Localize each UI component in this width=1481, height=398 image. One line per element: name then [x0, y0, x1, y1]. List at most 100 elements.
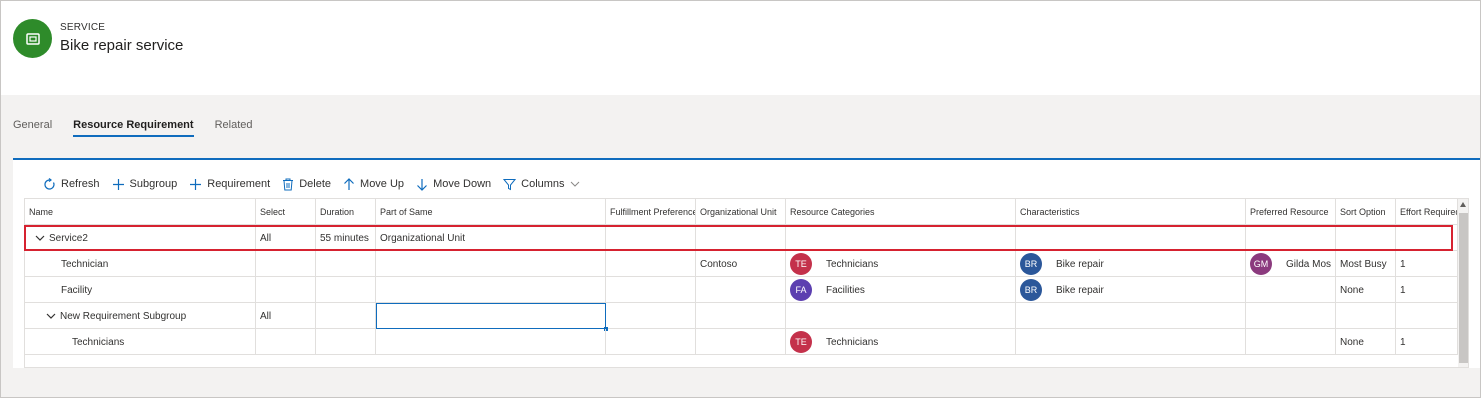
- tab-related[interactable]: Related: [215, 119, 253, 137]
- move-up-button[interactable]: Move Up: [343, 177, 405, 191]
- column-header-organizational-unit[interactable]: Organizational Unit: [696, 199, 786, 225]
- fulfillment-cell[interactable]: [606, 329, 696, 355]
- scroll-up-arrow-icon[interactable]: [1460, 202, 1466, 207]
- effort-cell[interactable]: 1: [1396, 251, 1458, 277]
- add-subgroup-button[interactable]: Subgroup: [112, 178, 177, 191]
- arrow-down-icon: [417, 178, 427, 191]
- move-down-button[interactable]: Move Down: [416, 178, 491, 191]
- characteristic-label: Bike repair: [1056, 284, 1104, 296]
- column-header-preferred-resource[interactable]: Preferred Resource: [1246, 199, 1336, 225]
- preferred-cell[interactable]: [1246, 277, 1336, 303]
- refresh-button[interactable]: Refresh: [43, 177, 100, 191]
- refresh-label: Refresh: [61, 178, 100, 190]
- duration-cell[interactable]: 55 minutes: [316, 225, 376, 251]
- part-of-same-cell[interactable]: [376, 303, 606, 329]
- characteristic-cell[interactable]: BR Bike repair: [1016, 277, 1246, 303]
- add-requirement-button[interactable]: Requirement: [189, 178, 270, 191]
- org-unit-cell[interactable]: [696, 225, 786, 251]
- plus-icon: [190, 178, 202, 190]
- part-of-same-cell[interactable]: [376, 251, 606, 277]
- sort-cell[interactable]: Most Busy: [1336, 251, 1396, 277]
- table-row[interactable]: Technicians TE Technicians None 1: [25, 329, 1458, 355]
- columns-button[interactable]: Columns: [503, 178, 584, 191]
- column-header-effort-required[interactable]: Effort Required: [1396, 199, 1458, 225]
- refresh-icon: [44, 177, 55, 190]
- org-unit-cell[interactable]: Contoso: [696, 251, 786, 277]
- duration-cell[interactable]: [316, 277, 376, 303]
- fulfillment-cell[interactable]: [606, 225, 696, 251]
- table-row[interactable]: Service2 All 55 minutes Organizational U…: [25, 225, 1458, 251]
- arrow-up-icon: [344, 177, 354, 190]
- characteristic-label: Bike repair: [1056, 258, 1104, 270]
- vertical-scrollbar[interactable]: [1458, 199, 1468, 367]
- effort-cell[interactable]: [1396, 303, 1458, 329]
- row-name: New Requirement Subgroup: [60, 310, 187, 322]
- fulfillment-cell[interactable]: [606, 277, 696, 303]
- name-cell[interactable]: Facility: [25, 277, 256, 303]
- effort-cell[interactable]: 1: [1396, 277, 1458, 303]
- select-cell[interactable]: [256, 329, 316, 355]
- org-unit-cell[interactable]: [696, 277, 786, 303]
- preferred-cell[interactable]: [1246, 225, 1336, 251]
- org-unit-cell[interactable]: [696, 303, 786, 329]
- name-cell[interactable]: Service2: [25, 225, 256, 251]
- column-header-part-of-same[interactable]: Part of Same: [376, 199, 606, 225]
- category-cell[interactable]: TE Technicians: [786, 329, 1016, 355]
- effort-cell[interactable]: 1: [1396, 329, 1458, 355]
- preferred-cell[interactable]: [1246, 303, 1336, 329]
- chevron-down-icon[interactable]: [35, 234, 45, 242]
- part-of-same-cell[interactable]: [376, 277, 606, 303]
- select-cell[interactable]: All: [256, 225, 316, 251]
- row-name: Technicians: [72, 336, 125, 348]
- column-header-duration[interactable]: Duration: [316, 199, 376, 225]
- duration-cell[interactable]: [316, 303, 376, 329]
- avatar: TE: [790, 253, 812, 275]
- characteristic-cell[interactable]: [1016, 225, 1246, 251]
- category-cell[interactable]: FA Facilities: [786, 277, 1016, 303]
- part-of-same-cell[interactable]: Organizational Unit: [376, 225, 606, 251]
- tab-general[interactable]: General: [13, 119, 52, 137]
- column-header-characteristics[interactable]: Characteristics: [1016, 199, 1246, 225]
- column-header-select[interactable]: Select: [256, 199, 316, 225]
- category-cell[interactable]: [786, 303, 1016, 329]
- select-cell[interactable]: [256, 251, 316, 277]
- sort-cell[interactable]: [1336, 303, 1396, 329]
- characteristic-cell[interactable]: [1016, 329, 1246, 355]
- name-cell[interactable]: New Requirement Subgroup: [25, 303, 256, 329]
- category-cell[interactable]: TE Technicians: [786, 251, 1016, 277]
- sort-cell[interactable]: None: [1336, 329, 1396, 355]
- fulfillment-cell[interactable]: [606, 251, 696, 277]
- column-header-fulfillment-preference[interactable]: Fulfillment Preference: [606, 199, 696, 225]
- name-cell[interactable]: Technicians: [25, 329, 256, 355]
- category-cell[interactable]: [786, 225, 1016, 251]
- sort-cell[interactable]: None: [1336, 277, 1396, 303]
- column-header-name[interactable]: Name: [25, 199, 256, 225]
- select-cell[interactable]: All: [256, 303, 316, 329]
- characteristic-cell[interactable]: [1016, 303, 1246, 329]
- column-header-resource-categories[interactable]: Resource Categories: [786, 199, 1016, 225]
- part-of-same-cell[interactable]: [376, 329, 606, 355]
- name-cell[interactable]: Technician: [25, 251, 256, 277]
- delete-button[interactable]: Delete: [282, 178, 331, 191]
- duration-cell[interactable]: [316, 329, 376, 355]
- fulfillment-cell[interactable]: [606, 303, 696, 329]
- characteristic-cell[interactable]: BR Bike repair: [1016, 251, 1246, 277]
- preferred-cell[interactable]: GM Gilda Mos: [1246, 251, 1336, 277]
- preferred-cell[interactable]: [1246, 329, 1336, 355]
- page-title: Bike repair service: [60, 37, 184, 54]
- sort-cell[interactable]: [1336, 225, 1396, 251]
- tab-resource-requirement[interactable]: Resource Requirement: [73, 119, 195, 137]
- table-row[interactable]: Technician Contoso TE Technicians BR Bik…: [25, 251, 1458, 277]
- columns-label: Columns: [521, 178, 565, 190]
- scrollbar-thumb[interactable]: [1459, 213, 1468, 363]
- table-row[interactable]: Facility FA Facilities BR Bike repair No…: [25, 277, 1458, 303]
- chevron-down-icon[interactable]: [46, 312, 56, 320]
- move-up-label: Move Up: [360, 178, 405, 190]
- select-cell[interactable]: [256, 277, 316, 303]
- column-header-sort-option[interactable]: Sort Option: [1336, 199, 1396, 225]
- avatar: BR: [1020, 279, 1042, 301]
- duration-cell[interactable]: [316, 251, 376, 277]
- table-row[interactable]: New Requirement Subgroup All: [25, 303, 1458, 329]
- effort-cell[interactable]: [1396, 225, 1458, 251]
- org-unit-cell[interactable]: [696, 329, 786, 355]
